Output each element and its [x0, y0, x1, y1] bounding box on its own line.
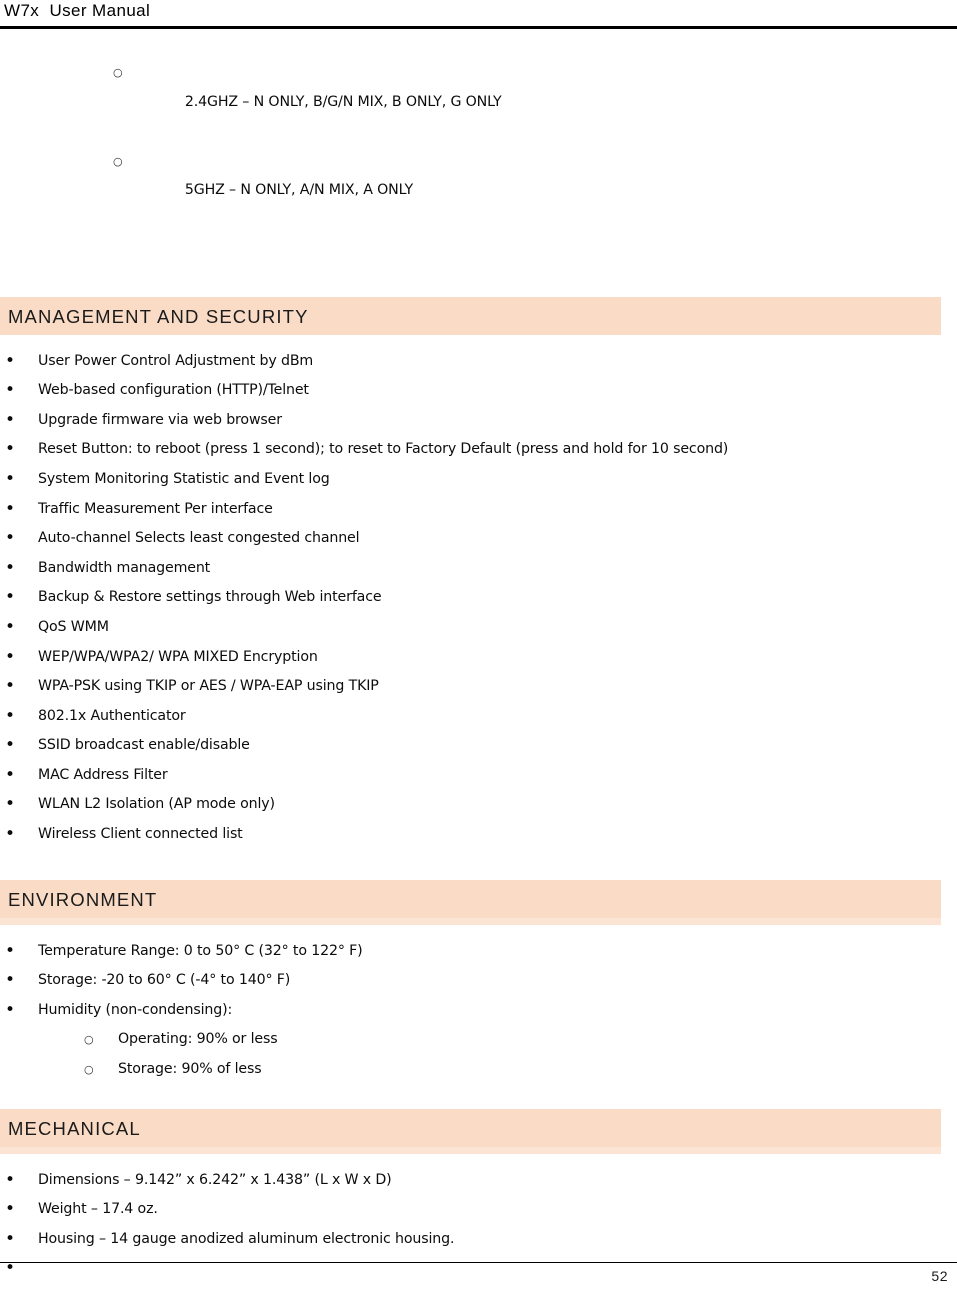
- list-item-label: WPA-PSK using TKIP or AES / WPA-EAP usin…: [38, 678, 379, 695]
- list-item: 802.1x Authenticator: [0, 702, 957, 732]
- list-item-label: Bandwidth management: [38, 559, 211, 576]
- list-item: Backup & Restore settings through Web in…: [0, 583, 957, 613]
- list-item-label: Storage: -20 to 60° C (-4° to 140° F): [38, 972, 291, 989]
- list-item-label: Auto-channel Selects least congested cha…: [38, 530, 360, 547]
- section-heading-label: MECHANICAL: [8, 1117, 141, 1139]
- mechanical-list: Dimensions – 9.142” x 6.242” x 1.438” (L…: [0, 1166, 957, 1284]
- page-footer: 52: [0, 1248, 957, 1308]
- section-heading-underline: [0, 917, 941, 925]
- list-item-label: Backup & Restore settings through Web in…: [38, 589, 382, 606]
- list-item-label: Upgrade firmware via web browser: [38, 411, 282, 428]
- list-item-label: 802.1x Authenticator: [38, 707, 186, 724]
- list-item: Upgrade firmware via web browser: [0, 406, 957, 436]
- section-heading-mechanical: MECHANICAL: [0, 1108, 941, 1147]
- list-item: Wireless Client connected list: [0, 820, 957, 850]
- list-item: SSID broadcast enable/disable: [0, 731, 957, 761]
- list-item: WEP/WPA/WPA2/ WPA MIXED Encryption: [0, 643, 957, 673]
- list-item: Bandwidth management: [0, 554, 957, 584]
- list-item-label: Dimensions – 9.142” x 6.242” x 1.438” (L…: [38, 1171, 392, 1188]
- list-item-label: SSID broadcast enable/disable: [38, 737, 250, 754]
- section-heading-underline: [0, 1146, 941, 1154]
- list-item: QoS WMM: [0, 613, 957, 643]
- section-heading-environment: ENVIRONMENT: [0, 879, 941, 918]
- list-item: WLAN L2 Isolation (AP mode only): [0, 790, 957, 820]
- page-number: 52: [931, 1268, 948, 1284]
- list-item: Storage: 90% of less: [0, 1055, 957, 1085]
- footer-divider: [0, 1262, 957, 1263]
- list-item: MAC Address Filter: [0, 761, 957, 791]
- page-header-title: W7x User Manual: [4, 1, 151, 20]
- list-item: 2.4GHZ – N ONLY, B/G/N MIX, B ONLY, G ON…: [0, 58, 957, 147]
- list-item: Storage: -20 to 60° C (-4° to 140° F): [0, 966, 957, 996]
- list-item-label: Reset Button: to reboot (press 1 second)…: [38, 441, 729, 458]
- page-header: W7x User Manual: [0, 0, 957, 30]
- list-item-label: 2.4GHZ – N ONLY, B/G/N MIX, B ONLY, G ON…: [184, 93, 502, 110]
- list-item: Operating: 90% or less: [0, 1025, 957, 1055]
- header-divider: [0, 26, 957, 29]
- list-item-label: QoS WMM: [38, 618, 109, 635]
- list-item: System Monitoring Statistic and Event lo…: [0, 465, 957, 495]
- list-item-label: Traffic Measurement Per interface: [38, 500, 273, 517]
- list-item-label: Housing – 14 gauge anodized aluminum ele…: [38, 1230, 455, 1247]
- list-item-label: System Monitoring Statistic and Event lo…: [38, 470, 330, 487]
- document-page: W7x User Manual 2.4GHZ – N ONLY, B/G/N M…: [0, 0, 957, 1308]
- list-item: User Power Control Adjustment by dBm: [0, 347, 957, 377]
- section-heading-management-and-security: MANAGEMENT AND SECURITY: [0, 296, 941, 335]
- list-item-label: MAC Address Filter: [38, 766, 168, 783]
- list-item: Humidity (non-condensing):: [0, 996, 957, 1026]
- list-item: Temperature Range: 0 to 50° C (32° to 12…: [0, 937, 957, 967]
- section-heading-label: MANAGEMENT AND SECURITY: [8, 305, 309, 327]
- list-item-label: WLAN L2 Isolation (AP mode only): [38, 796, 275, 813]
- list-item-label: WEP/WPA/WPA2/ WPA MIXED Encryption: [38, 648, 318, 665]
- management-and-security-list: User Power Control Adjustment by dBm Web…: [0, 347, 957, 850]
- page-content: 2.4GHZ – N ONLY, B/G/N MIX, B ONLY, G ON…: [0, 30, 957, 1284]
- list-item: WPA-PSK using TKIP or AES / WPA-EAP usin…: [0, 672, 957, 702]
- list-item: Weight – 17.4 oz.: [0, 1195, 957, 1225]
- section-heading-label: ENVIRONMENT: [8, 888, 158, 910]
- list-item-label: Storage: 90% of less: [118, 1061, 262, 1078]
- list-item-label: Weight – 17.4 oz.: [38, 1201, 158, 1218]
- list-item-label: Operating: 90% or less: [118, 1031, 278, 1048]
- list-item-label: 5GHZ – N ONLY, A/N MIX, A ONLY: [184, 182, 413, 199]
- humidity-sublist: Operating: 90% or less Storage: 90% of l…: [0, 1025, 957, 1084]
- list-item: Reset Button: to reboot (press 1 second)…: [0, 435, 957, 465]
- list-item-label: Temperature Range: 0 to 50° C (32° to 12…: [38, 942, 363, 959]
- list-item-label: Web-based configuration (HTTP)/Telnet: [38, 382, 309, 399]
- frequency-band-sublist: 2.4GHZ – N ONLY, B/G/N MIX, B ONLY, G ON…: [0, 58, 957, 236]
- list-item-label: User Power Control Adjustment by dBm: [38, 352, 314, 369]
- list-item: Traffic Measurement Per interface: [0, 495, 957, 525]
- list-item-label: Wireless Client connected list: [38, 826, 243, 843]
- list-item: Web-based configuration (HTTP)/Telnet: [0, 376, 957, 406]
- list-item: Auto-channel Selects least congested cha…: [0, 524, 957, 554]
- list-item: 5GHZ – N ONLY, A/N MIX, A ONLY: [0, 147, 957, 236]
- list-item: Dimensions – 9.142” x 6.242” x 1.438” (L…: [0, 1166, 957, 1196]
- list-item-label: Humidity (non-condensing):: [38, 1001, 233, 1018]
- environment-list: Temperature Range: 0 to 50° C (32° to 12…: [0, 937, 957, 1026]
